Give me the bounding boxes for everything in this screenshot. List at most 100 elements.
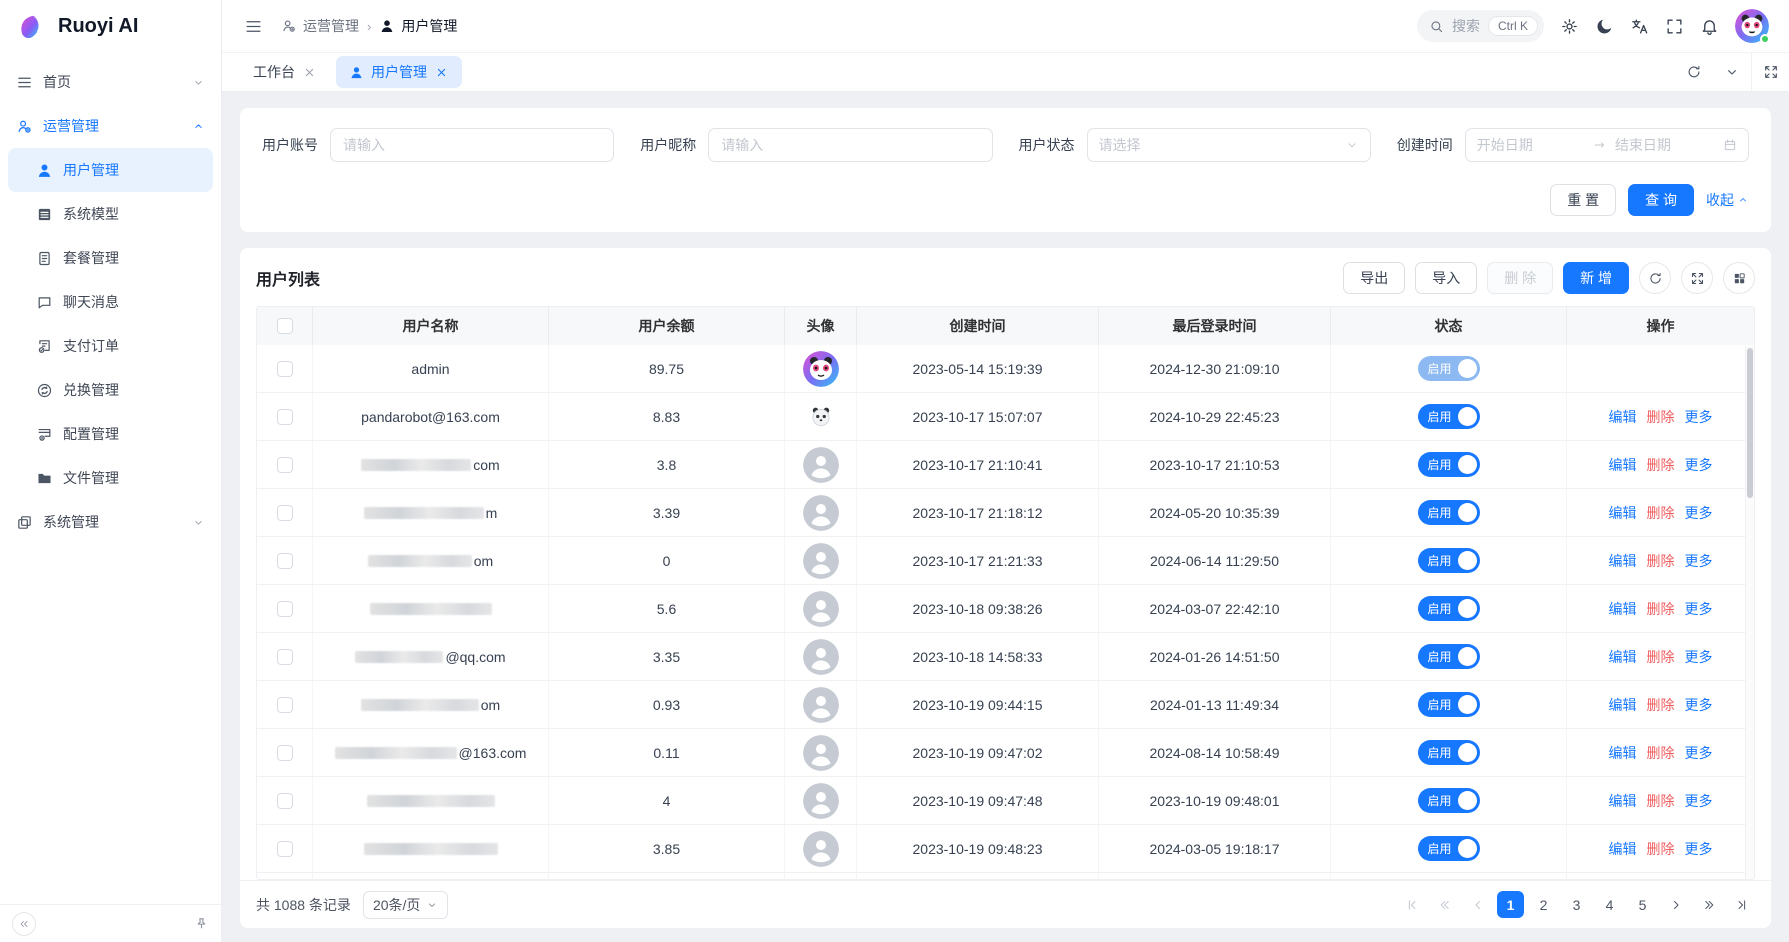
row-checkbox[interactable] xyxy=(277,457,293,473)
more-link[interactable]: 更多 xyxy=(1685,503,1713,523)
prev-page-button[interactable] xyxy=(1464,891,1491,918)
more-link[interactable]: 更多 xyxy=(1685,551,1713,571)
row-checkbox[interactable] xyxy=(277,361,293,377)
sidebar-item-user-mgmt[interactable]: 用户管理 xyxy=(8,148,213,192)
select-all-checkbox[interactable] xyxy=(277,318,293,334)
sidebar-group-home[interactable]: 首页 xyxy=(0,60,221,104)
status-toggle[interactable]: 启用 xyxy=(1418,404,1480,429)
edit-link[interactable]: 编辑 xyxy=(1609,455,1637,475)
edit-link[interactable]: 编辑 xyxy=(1609,791,1637,811)
page-size-select[interactable]: 20条/页 xyxy=(363,891,448,919)
last-page-button[interactable] xyxy=(1728,891,1755,918)
export-button[interactable]: 导出 xyxy=(1343,262,1405,294)
edit-link[interactable]: 编辑 xyxy=(1609,551,1637,571)
delete-link[interactable]: 删除 xyxy=(1647,503,1675,523)
fullscreen-icon[interactable] xyxy=(1665,17,1684,36)
edit-link[interactable]: 编辑 xyxy=(1609,647,1637,667)
import-button[interactable]: 导入 xyxy=(1415,262,1477,294)
refresh-tab-icon[interactable] xyxy=(1675,53,1713,91)
next-group-button[interactable] xyxy=(1695,891,1722,918)
page-3-button[interactable]: 3 xyxy=(1563,891,1590,918)
status-toggle[interactable]: 启用 xyxy=(1418,596,1480,621)
more-link[interactable]: 更多 xyxy=(1685,599,1713,619)
delete-link[interactable]: 删除 xyxy=(1647,839,1675,859)
row-checkbox[interactable] xyxy=(277,841,293,857)
global-search[interactable]: 搜索 Ctrl K xyxy=(1417,10,1544,42)
row-checkbox[interactable] xyxy=(277,745,293,761)
breadcrumb-item-user-mgmt[interactable]: 用户管理 xyxy=(379,16,457,36)
more-link[interactable]: 更多 xyxy=(1685,743,1713,763)
close-tab-icon[interactable] xyxy=(434,65,449,80)
page-2-button[interactable]: 2 xyxy=(1530,891,1557,918)
delete-link[interactable]: 删除 xyxy=(1647,743,1675,763)
row-checkbox[interactable] xyxy=(277,697,293,713)
first-page-button[interactable] xyxy=(1398,891,1425,918)
content-fullscreen-icon[interactable] xyxy=(1751,53,1789,91)
column-settings-icon[interactable] xyxy=(1723,262,1755,294)
status-toggle[interactable]: 启用 xyxy=(1418,692,1480,717)
brand[interactable]: Ruoyi AI xyxy=(0,0,221,52)
row-checkbox[interactable] xyxy=(277,649,293,665)
edit-link[interactable]: 编辑 xyxy=(1609,407,1637,427)
sidebar-group-system[interactable]: 系统管理 xyxy=(0,500,221,544)
more-link[interactable]: 更多 xyxy=(1685,455,1713,475)
edit-link[interactable]: 编辑 xyxy=(1609,743,1637,763)
status-toggle[interactable]: 启用 xyxy=(1418,452,1480,477)
status-toggle[interactable]: 启用 xyxy=(1418,500,1480,525)
scrollbar-thumb[interactable] xyxy=(1747,348,1753,498)
settings-gear-icon[interactable] xyxy=(1560,17,1579,36)
row-checkbox[interactable] xyxy=(277,793,293,809)
tab-workbench[interactable]: 工作台 xyxy=(240,56,330,88)
more-link[interactable]: 更多 xyxy=(1685,791,1713,811)
sidebar-collapse-button[interactable] xyxy=(12,912,36,936)
language-translate-icon[interactable] xyxy=(1630,17,1649,36)
search-button[interactable]: 查 询 xyxy=(1628,184,1694,216)
collapse-filter-link[interactable]: 收起 xyxy=(1706,190,1749,210)
page-4-button[interactable]: 4 xyxy=(1596,891,1623,918)
pin-icon[interactable] xyxy=(194,916,209,931)
delete-link[interactable]: 删除 xyxy=(1647,695,1675,715)
tab-user-mgmt[interactable]: 用户管理 xyxy=(336,56,462,88)
edit-link[interactable]: 编辑 xyxy=(1609,695,1637,715)
close-tab-icon[interactable] xyxy=(302,65,317,80)
sidebar-group-operations[interactable]: 运营管理 xyxy=(0,104,221,148)
status-toggle[interactable]: 启用 xyxy=(1418,836,1480,861)
notifications-bell-icon[interactable] xyxy=(1700,17,1719,36)
created-daterange-picker[interactable]: 开始日期 结束日期 xyxy=(1465,128,1749,162)
refresh-table-icon[interactable] xyxy=(1639,262,1671,294)
status-toggle[interactable]: 启用 xyxy=(1418,356,1480,381)
tab-menu-chevron-down-icon[interactable] xyxy=(1713,53,1751,91)
next-page-button[interactable] xyxy=(1662,891,1689,918)
sidebar-item-redeem-mgmt[interactable]: 兑换管理 xyxy=(8,368,213,412)
sidebar-item-payment-orders[interactable]: 支付订单 xyxy=(8,324,213,368)
more-link[interactable]: 更多 xyxy=(1685,839,1713,859)
hamburger-menu-icon[interactable] xyxy=(244,17,263,36)
status-toggle[interactable]: 启用 xyxy=(1418,788,1480,813)
nickname-input[interactable] xyxy=(708,128,992,162)
status-toggle[interactable]: 启用 xyxy=(1418,644,1480,669)
status-toggle[interactable]: 启用 xyxy=(1418,740,1480,765)
prev-group-button[interactable] xyxy=(1431,891,1458,918)
sidebar-item-chat-messages[interactable]: 聊天消息 xyxy=(8,280,213,324)
status-toggle[interactable]: 启用 xyxy=(1418,548,1480,573)
add-button[interactable]: 新 增 xyxy=(1563,262,1629,294)
row-checkbox[interactable] xyxy=(277,601,293,617)
page-5-button[interactable]: 5 xyxy=(1629,891,1656,918)
user-avatar[interactable] xyxy=(1735,9,1769,43)
delete-link[interactable]: 删除 xyxy=(1647,551,1675,571)
sidebar-item-system-model[interactable]: 系统模型 xyxy=(8,192,213,236)
page-1-button[interactable]: 1 xyxy=(1497,891,1524,918)
row-checkbox[interactable] xyxy=(277,409,293,425)
breadcrumb-item-operations[interactable]: 运营管理 xyxy=(281,16,359,36)
row-checkbox[interactable] xyxy=(277,505,293,521)
more-link[interactable]: 更多 xyxy=(1685,407,1713,427)
edit-link[interactable]: 编辑 xyxy=(1609,503,1637,523)
expand-table-icon[interactable] xyxy=(1681,262,1713,294)
sidebar-item-package-mgmt[interactable]: 套餐管理 xyxy=(8,236,213,280)
more-link[interactable]: 更多 xyxy=(1685,695,1713,715)
delete-button[interactable]: 删 除 xyxy=(1487,262,1553,294)
sidebar-item-file-mgmt[interactable]: 文件管理 xyxy=(8,456,213,500)
status-select[interactable]: 请选择 xyxy=(1087,128,1371,162)
more-link[interactable]: 更多 xyxy=(1685,647,1713,667)
delete-link[interactable]: 删除 xyxy=(1647,647,1675,667)
